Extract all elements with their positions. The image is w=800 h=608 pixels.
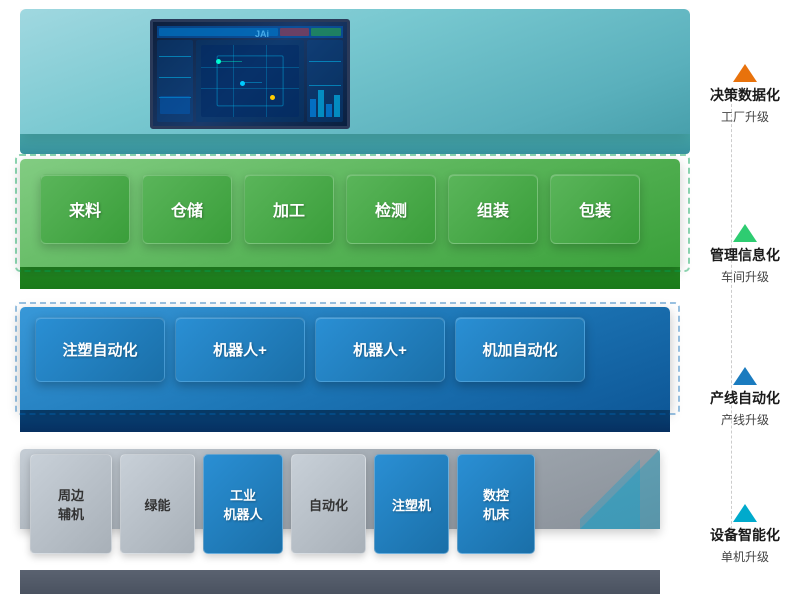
eq-card-0: 周边辅机 <box>30 454 112 554</box>
production-label-sub: 产线升级 <box>721 411 769 428</box>
layer-production: 注塑自动化 机器人+ 机器人+ 机加自动化 <box>20 307 740 447</box>
management-right-label: 管理信息化 车间升级 <box>710 224 780 285</box>
management-cards: 来料 仓储 加工 检测 组装 包装 <box>40 174 640 244</box>
equipment-arrow-icon <box>733 504 757 522</box>
decision-arrow-icon <box>733 64 757 82</box>
layer-equipment: 周边辅机 绿能 工业机器人 自动化 注塑 <box>20 449 740 604</box>
production-card-2: 机器人+ <box>315 317 445 382</box>
management-arrow-icon <box>733 224 757 242</box>
decision-label-main: 决策数据化 <box>710 85 780 105</box>
diagram: JAi 决策数据化 工厂升级 来料 仓储 加工 检测 <box>10 9 790 599</box>
layer-decision: JAi <box>20 9 740 174</box>
eq-card-5: 数控机床 <box>457 454 535 554</box>
layer-management: 来料 仓储 加工 检测 组装 包装 <box>20 159 740 304</box>
production-right-label: 产线自动化 产线升级 <box>710 367 780 428</box>
management-card-2: 加工 <box>244 174 334 244</box>
eq-card-1: 绿能 <box>120 454 195 554</box>
monitor-screen <box>150 19 350 129</box>
production-card-3: 机加自动化 <box>455 317 585 382</box>
decision-right-label: 决策数据化 工厂升级 <box>710 64 780 125</box>
eq-card-2: 工业机器人 <box>203 454 283 554</box>
production-label-main: 产线自动化 <box>710 388 780 408</box>
equipment-cards: 周边辅机 绿能 工业机器人 自动化 注塑 <box>30 454 535 554</box>
equipment-label-main: 设备智能化 <box>710 525 780 545</box>
management-card-3: 检测 <box>346 174 436 244</box>
production-cards: 注塑自动化 机器人+ 机器人+ 机加自动化 <box>35 317 585 382</box>
equipment-right-label: 设备智能化 单机升级 <box>710 504 780 565</box>
production-card-0: 注塑自动化 <box>35 317 165 382</box>
management-card-4: 组装 <box>448 174 538 244</box>
eq-card-3: 自动化 <box>291 454 366 554</box>
management-card-5: 包装 <box>550 174 640 244</box>
main-container: JAi 决策数据化 工厂升级 来料 仓储 加工 检测 <box>0 0 800 608</box>
equipment-label-sub: 单机升级 <box>721 548 769 565</box>
eq-card-4: 注塑机 <box>374 454 449 554</box>
management-card-0: 来料 <box>40 174 130 244</box>
management-card-1: 仓储 <box>142 174 232 244</box>
management-label-main: 管理信息化 <box>710 245 780 265</box>
production-arrow-icon <box>733 367 757 385</box>
management-label-sub: 车间升级 <box>721 268 769 285</box>
jai-label: JAi <box>255 29 269 39</box>
decision-label-sub: 工厂升级 <box>721 108 769 125</box>
connector-line <box>731 99 732 539</box>
production-card-1: 机器人+ <box>175 317 305 382</box>
